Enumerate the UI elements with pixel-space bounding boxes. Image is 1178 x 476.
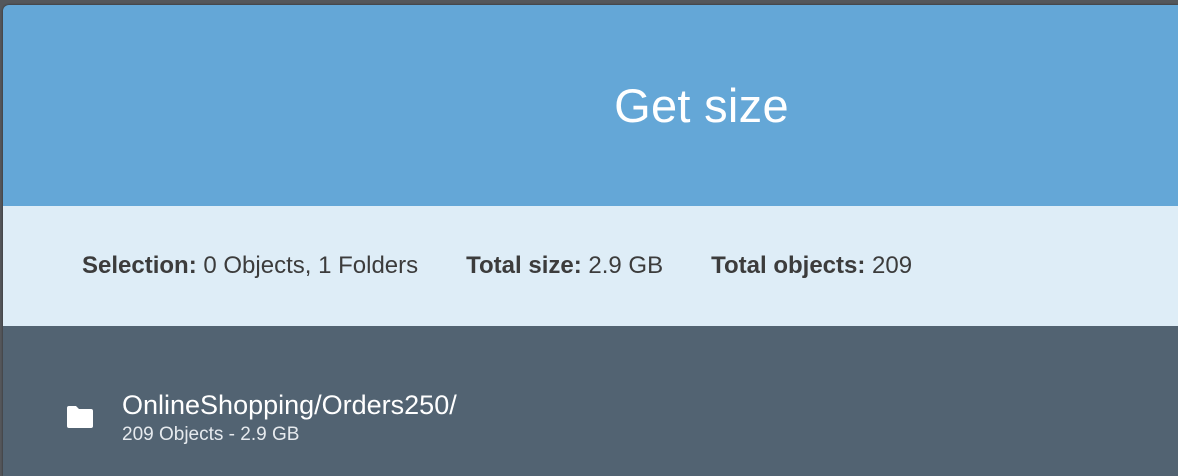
total-objects-value: 209 bbox=[872, 252, 913, 279]
selection-value: 0 Objects, 1 Folders bbox=[203, 252, 419, 279]
dialog-title: Get size bbox=[614, 79, 789, 132]
get-size-dialog: Get size Selection: 0 Objects, 1 Folders… bbox=[3, 5, 1178, 476]
folder-list: OnlineShopping/Orders250/ 209 Objects - … bbox=[3, 326, 1178, 476]
folder-details: 209 Objects - 2.9 GB bbox=[122, 424, 300, 445]
size-summary-bar: Selection: 0 Objects, 1 Folders Total si… bbox=[3, 206, 1178, 326]
list-item[interactable]: OnlineShopping/Orders250/ 209 Objects - … bbox=[65, 389, 457, 447]
selection-stat: Selection: 0 Objects, 1 Folders bbox=[82, 252, 418, 280]
folder-icon bbox=[65, 403, 122, 434]
total-size-stat: Total size: 2.9 GB bbox=[466, 252, 663, 280]
total-size-value: 2.9 GB bbox=[588, 252, 664, 279]
total-objects-label: Total objects: bbox=[711, 252, 866, 279]
selection-label: Selection: bbox=[82, 252, 197, 279]
list-item-text: OnlineShopping/Orders250/ 209 Objects - … bbox=[122, 389, 457, 447]
folder-name: OnlineShopping/Orders250/ bbox=[122, 390, 457, 420]
total-objects-stat: Total objects: 209 bbox=[711, 252, 912, 280]
total-size-label: Total size: bbox=[466, 252, 582, 279]
dialog-header: Get size bbox=[3, 5, 1178, 206]
